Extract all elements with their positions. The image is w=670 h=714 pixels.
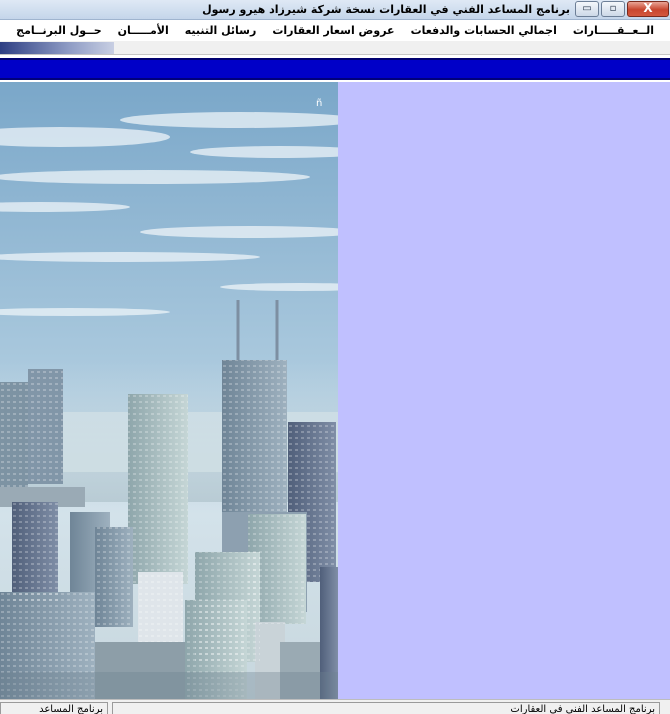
window-title: برنامج المساعد الفني في العقارات نسخة شر… xyxy=(202,3,570,16)
status-bar: برنامج المساعد برنامج المساعد الفني في ا… xyxy=(0,699,670,714)
menu-bar: الــعــقـــــارات اجمالي الحسابات والدفع… xyxy=(0,20,670,41)
menu-item-security[interactable]: الأمـــــان xyxy=(110,22,177,40)
menu-item-offers[interactable]: عروض اسعار العقارات xyxy=(264,22,402,40)
menu-item-about[interactable]: حــول البرنــامج xyxy=(8,22,109,40)
title-bar: X ▫ ▭ برنامج المساعد الفني في العقارات ن… xyxy=(0,0,670,20)
close-button[interactable]: X xyxy=(627,1,669,17)
menu-item-accounts[interactable]: اجمالي الحسابات والدفعات xyxy=(403,22,565,40)
minimize-icon: ▭ xyxy=(582,3,592,14)
corner-mark: ñ xyxy=(316,98,322,109)
main-area: ñ xyxy=(0,82,670,699)
toolbar-strip xyxy=(0,41,670,55)
menu-item-properties[interactable]: الــعــقـــــارات xyxy=(565,22,662,40)
cityscape-image: ñ xyxy=(0,82,338,699)
status-panel-left: برنامج المساعد xyxy=(0,702,108,714)
menu-item-alerts[interactable]: رسائل التنبيه xyxy=(177,22,265,40)
minimize-button[interactable]: ▭ xyxy=(575,1,599,17)
close-icon: X xyxy=(643,1,653,15)
header-band xyxy=(0,58,670,80)
maximize-icon: ▫ xyxy=(609,3,617,14)
maximize-button[interactable]: ▫ xyxy=(601,1,625,17)
toolbar-handle[interactable] xyxy=(0,42,114,54)
status-panel-main: برنامج المساعد الفني في العقارات xyxy=(112,702,660,714)
menu-item-exit[interactable]: خروج xyxy=(0,22,8,40)
